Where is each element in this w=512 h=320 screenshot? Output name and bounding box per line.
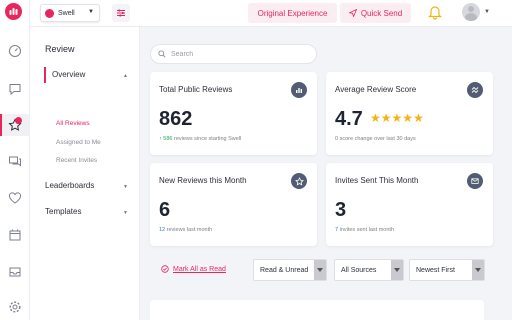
search-icon bbox=[158, 50, 166, 58]
card-title: Total Public Reviews bbox=[159, 85, 233, 94]
rail-item-reviews[interactable] bbox=[0, 114, 30, 136]
chat-bubble-icon bbox=[9, 84, 21, 96]
rail-item-inbox[interactable] bbox=[0, 261, 30, 283]
chevron-down-icon bbox=[472, 260, 484, 280]
subnav-group-leaderboards[interactable]: Leaderboards bbox=[45, 181, 94, 190]
business-select-value: Swell bbox=[58, 9, 75, 17]
card-average-review-score: Average Review Score 4.7 ★ ★ ★ ★ ★ 0 sco… bbox=[326, 72, 493, 155]
card-note-text: reviews since starting Swell bbox=[174, 136, 242, 142]
rail-item-calendar[interactable] bbox=[0, 224, 30, 246]
reviews-list-panel bbox=[150, 300, 484, 320]
settings-sliders-button[interactable] bbox=[112, 4, 130, 22]
card-new-reviews-month: New Reviews this Month 6 12 reviews last… bbox=[150, 163, 317, 246]
card-value: 4.7 bbox=[335, 108, 363, 130]
top-bar: Swell ▼ Original Experience Quick Send ▼ bbox=[30, 0, 512, 27]
card-value: 6 bbox=[159, 199, 171, 221]
card-note-text: reviews last month bbox=[166, 227, 213, 233]
star-icon: ★ bbox=[370, 111, 381, 125]
caret-down-icon[interactable]: ▼ bbox=[484, 9, 490, 15]
messages-icon bbox=[9, 156, 21, 167]
bell-icon[interactable] bbox=[428, 4, 442, 20]
rail-item-messages[interactable] bbox=[0, 150, 30, 172]
star-badge-icon bbox=[291, 173, 307, 189]
send-icon bbox=[348, 9, 357, 17]
card-total-public-reviews: Total Public Reviews 862 ↑ 586 reviews s… bbox=[150, 72, 317, 155]
calendar-icon bbox=[9, 229, 21, 241]
up-arrow-icon: ↑ bbox=[159, 136, 162, 142]
read-state-select[interactable]: Read & Unread bbox=[253, 259, 327, 281]
gear-icon bbox=[9, 301, 21, 313]
rail-item-dashboard[interactable] bbox=[0, 40, 30, 62]
caret-down-icon[interactable]: ▼ bbox=[123, 210, 128, 216]
card-note-count: 7 bbox=[335, 227, 339, 233]
card-note: 7 invites sent last month bbox=[335, 227, 394, 233]
subnav-group-overview[interactable]: Overview bbox=[44, 67, 129, 83]
search-input[interactable] bbox=[171, 50, 301, 58]
caret-down-icon[interactable]: ▼ bbox=[123, 184, 128, 190]
rail-item-settings[interactable] bbox=[0, 296, 30, 318]
bar-chart-icon bbox=[291, 82, 307, 98]
subnav-group-templates[interactable]: Templates bbox=[45, 207, 81, 216]
sources-value: All Sources bbox=[341, 266, 377, 274]
quick-send-label: Quick Send bbox=[360, 8, 403, 18]
subnav-title: Review bbox=[45, 44, 75, 54]
star-icon: ★ bbox=[413, 111, 424, 125]
card-note-count: 586 bbox=[163, 136, 173, 142]
card-invites-sent-month: Invites Sent This Month 3 7 invites sent… bbox=[326, 163, 493, 246]
card-title: New Reviews this Month bbox=[159, 176, 247, 185]
card-value: 3 bbox=[335, 199, 347, 221]
star-icon: ★ bbox=[402, 111, 414, 125]
user-avatar[interactable] bbox=[462, 3, 480, 21]
subnav-item-all-reviews[interactable]: All Reviews bbox=[56, 120, 90, 127]
dashboard-gauge-icon bbox=[9, 45, 21, 57]
mark-all-read-button[interactable]: Mark All as Read bbox=[161, 265, 226, 273]
heart-icon bbox=[9, 192, 21, 204]
envelope-icon bbox=[467, 173, 483, 189]
business-select[interactable]: Swell ▼ bbox=[40, 4, 100, 22]
notification-badge bbox=[15, 117, 22, 124]
swell-logo-icon bbox=[45, 8, 54, 18]
inbox-icon bbox=[9, 267, 21, 277]
subnav-item-recent-invites[interactable]: Recent Invites bbox=[56, 157, 97, 164]
card-note: ↑ 586 reviews since starting Swell bbox=[159, 136, 241, 142]
review-subnav: Review Overview ▲ All Reviews Assigned t… bbox=[30, 27, 140, 320]
card-value: 862 bbox=[159, 108, 193, 130]
quick-send-button[interactable]: Quick Send bbox=[340, 3, 411, 23]
icon-rail bbox=[0, 0, 30, 320]
caret-down-icon: ▼ bbox=[88, 9, 94, 15]
rail-item-favorites[interactable] bbox=[0, 187, 30, 209]
star-icon: ★ bbox=[391, 111, 403, 125]
caret-up-icon[interactable]: ▲ bbox=[123, 73, 128, 79]
subnav-item-assigned-to-me[interactable]: Assigned to Me bbox=[56, 139, 101, 146]
rail-item-conversations[interactable] bbox=[0, 78, 30, 100]
search-box[interactable] bbox=[150, 44, 317, 64]
card-note: 0 score change over last 30 days bbox=[335, 136, 416, 142]
swell-logo-icon[interactable] bbox=[5, 3, 22, 20]
card-note: 12 reviews last month bbox=[159, 227, 212, 233]
sliders-icon bbox=[117, 9, 125, 17]
sort-select[interactable]: Newest First bbox=[409, 259, 485, 281]
card-note-count: 12 bbox=[159, 227, 166, 233]
card-title: Average Review Score bbox=[335, 85, 417, 94]
sources-select[interactable]: All Sources bbox=[334, 259, 404, 281]
subnav-group-overview-label: Overview bbox=[52, 70, 86, 79]
card-title: Invites Sent This Month bbox=[335, 176, 419, 185]
trend-arrows-icon bbox=[467, 82, 483, 98]
sort-value: Newest First bbox=[416, 266, 455, 274]
read-state-value: Read & Unread bbox=[260, 266, 309, 274]
original-experience-button[interactable]: Original Experience bbox=[248, 3, 337, 23]
card-note-text: invites sent last month bbox=[339, 227, 395, 233]
chevron-down-icon bbox=[391, 260, 403, 280]
chevron-down-icon bbox=[314, 260, 326, 280]
rating-stars: ★ ★ ★ ★ ★ bbox=[370, 112, 424, 124]
mark-all-read-label: Mark All as Read bbox=[173, 265, 226, 273]
check-circle-icon bbox=[161, 265, 169, 273]
star-icon: ★ bbox=[380, 111, 392, 125]
